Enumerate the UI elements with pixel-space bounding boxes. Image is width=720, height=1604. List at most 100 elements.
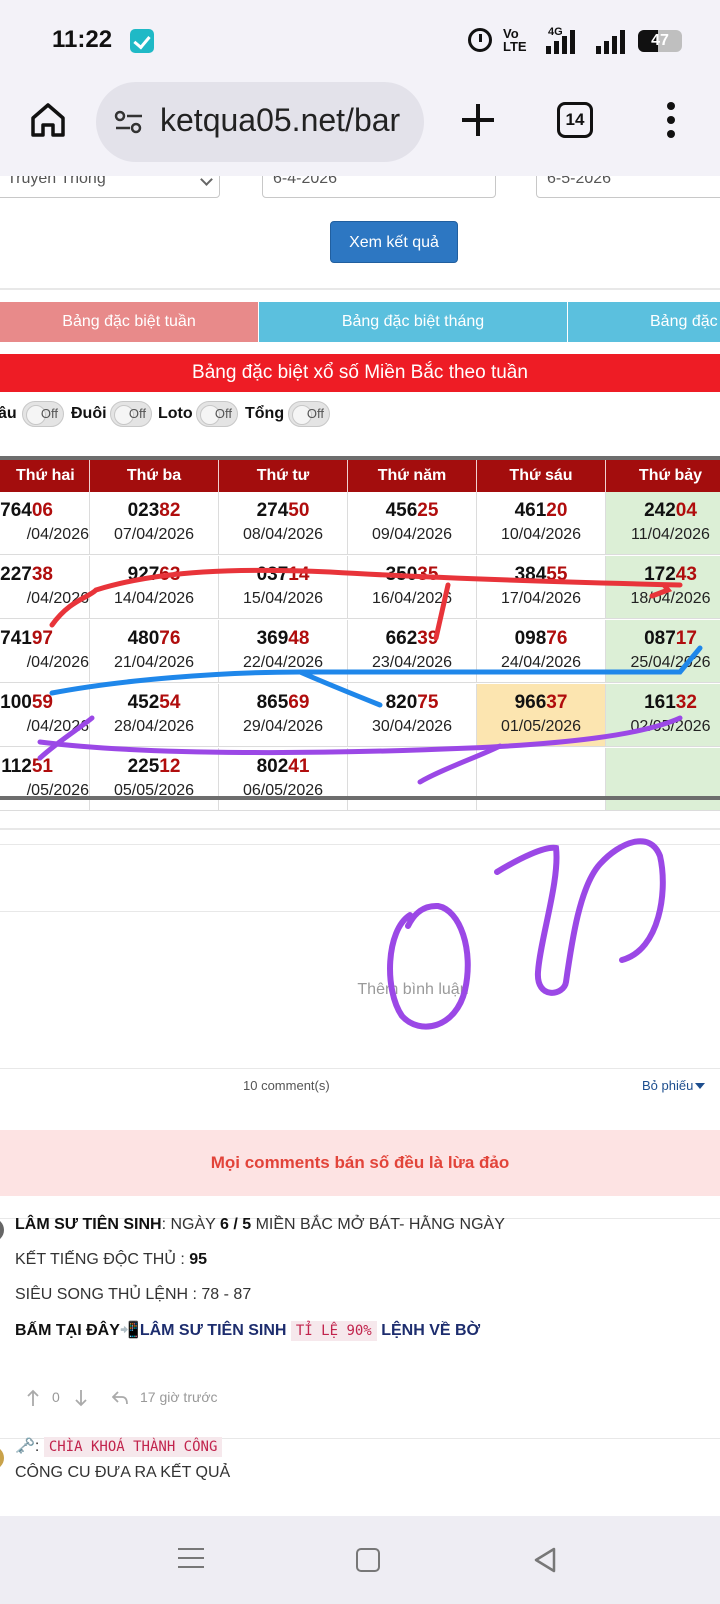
alarm-icon [468,28,492,52]
table-cell: 27450 08/04/2026 [219,492,348,555]
new-tab-icon[interactable] [458,100,498,140]
inline-code: CHÌA KHOÁ THÀNH CÔNG [43,1437,223,1457]
recent-apps-icon[interactable] [178,1546,204,1570]
downvote-icon[interactable] [74,1389,88,1407]
table-cell: 11251/05/2026 [0,748,90,811]
result-number: 82075 [385,692,439,713]
result-number: 16132 [644,692,697,713]
result-date: 11/04/2026 [631,526,710,543]
system-nav-bar [0,1516,720,1604]
column-header: Thứ sáu [477,460,606,492]
divider [0,828,720,830]
result-number: 11251 [1,756,53,777]
result-number: 80241 [256,756,310,777]
home-icon[interactable] [28,100,68,140]
result-number: 48076 [127,628,181,649]
result-date: 30/04/2026 [371,718,453,735]
table-cell: 03714 15/04/2026 [219,556,348,619]
result-date: 22/04/2026 [242,654,324,671]
browser-toolbar: ketqua05.net/bar 14 [0,80,720,176]
tab-switcher-button[interactable]: 14 [557,102,593,138]
date-from-input[interactable]: 6-4-2026 [262,176,496,198]
result-date: 21/04/2026 [113,654,195,671]
add-comment-input[interactable]: Thêm bình luận [0,981,720,999]
table-cell: 45254 28/04/2026 [90,684,219,747]
address-bar[interactable]: ketqua05.net/bar [96,82,424,162]
result-date: 25/04/2026 [630,654,711,671]
result-number: 45625 [385,500,439,521]
table-cell: 22512 05/05/2026 [90,748,219,811]
toggle-dau[interactable]: Off [22,401,64,427]
result-number: 09876 [514,628,568,649]
avatar[interactable] [0,1218,4,1242]
result-date: /04/2026 [26,718,89,735]
more-menu-icon[interactable] [664,100,678,140]
result-date: 17/04/2026 [500,590,582,607]
result-number: 02382 [127,500,181,521]
table-cell: 46120 10/04/2026 [477,492,606,555]
divider [0,1068,720,1069]
comment-link[interactable]: LÂM SƯ TIÊN SINH [140,1322,287,1339]
table-header: Thứ hai Thứ ba Thứ tư Thứ năm Thứ sáu Thứ bảy [0,460,720,492]
signal-icon [546,30,576,54]
toggle-tong[interactable]: Off [288,401,330,427]
back-icon[interactable] [532,1546,558,1574]
table-cell: 76406/04/2026 [0,492,90,555]
battery-level: 47 [651,32,669,49]
status-bar: 11:22 Vo LTE 4G 47 [0,0,720,80]
result-number: 96637 [514,692,568,713]
table-cell: 74197/04/2026 [0,620,90,683]
reply-icon[interactable] [112,1391,128,1405]
tab-monthly[interactable]: Bảng đặc biệt tháng [259,302,567,342]
chevron-down-icon [200,176,213,186]
table-cell: 80241 06/05/2026 [219,748,348,811]
column-header: Thứ năm [348,460,477,492]
table-cell: 36948 22/04/2026 [219,620,348,683]
result-number: 24204 [644,500,697,521]
url-text[interactable]: ketqua05.net/bar [160,102,400,139]
result-number: 86569 [256,692,310,713]
tab-weekly[interactable]: Bảng đặc biệt tuần [0,302,258,342]
date-from-value: 6-4-2026 [273,176,338,187]
divider [0,288,720,290]
table-cell: 08717 25/04/2026 [606,620,720,683]
table-cell: 02382 07/04/2026 [90,492,219,555]
result-number: 22738 [0,564,53,585]
column-header: Thứ ba [90,460,219,492]
result-date: 08/04/2026 [242,526,324,543]
date-to-input[interactable]: 6-5-2026 [536,176,720,198]
comment-author[interactable]: LÂM SƯ TIÊN SINH [15,1216,162,1233]
divider [0,911,720,912]
toggle-label-dau: âu [0,405,17,422]
toggle-label-loto: Loto [158,405,193,422]
result-number: 45254 [127,692,181,713]
result-number: 36948 [256,628,310,649]
comment-line: KẾT TIẾNG ĐỘC THỦ : 95 [15,1251,208,1268]
province-select[interactable]: Truyền Thống [0,176,220,198]
result-number: 10059 [0,692,53,713]
result-date: 23/04/2026 [371,654,453,671]
toggle-loto[interactable]: Off [196,401,238,427]
column-header: Thứ hai [0,460,90,492]
avatar[interactable] [0,1446,4,1470]
vote-dropdown[interactable]: Bỏ phiếu [642,1078,706,1093]
result-number: 66239 [385,628,439,649]
result-date: 09/04/2026 [371,526,453,543]
province-select-value: Truyền Thống [7,176,106,187]
result-number: 74197 [0,628,53,649]
inline-code: TỈ LỆ 90% [290,1321,377,1341]
tab-other[interactable]: Bảng đặc [568,302,720,342]
site-settings-icon[interactable] [114,110,144,134]
home-square-icon[interactable] [356,1548,380,1572]
result-number: 35035 [385,564,439,585]
toggle-duoi[interactable]: Off [110,401,152,427]
upvote-icon[interactable] [26,1389,40,1407]
table-cell: 16132 02/05/2026 [606,684,720,747]
table-title-banner: Bảng đặc biệt xổ số Miền Bắc theo tuần [0,354,720,392]
view-results-button[interactable]: Xem kết quả [330,221,458,263]
result-date: 14/04/2026 [113,590,195,607]
battery-icon: 47 [638,30,682,52]
result-date: /04/2026 [26,526,89,543]
result-number: 76406 [0,500,53,521]
table-cell [348,748,477,811]
